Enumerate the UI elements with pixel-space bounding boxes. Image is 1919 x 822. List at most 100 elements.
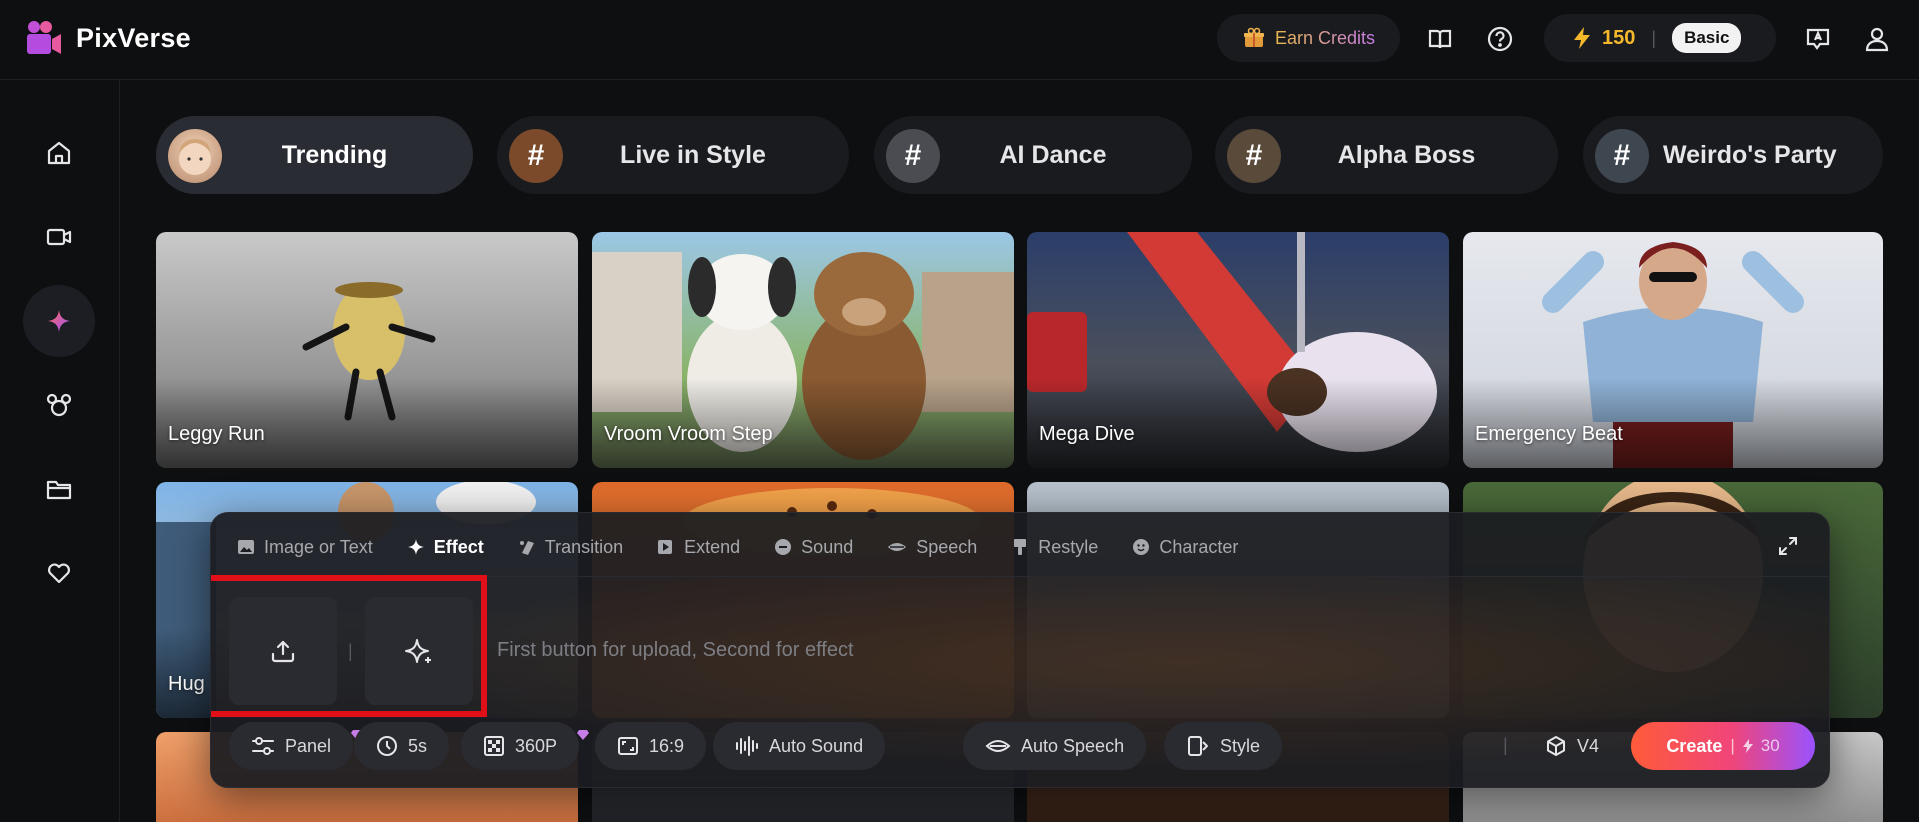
mouse-ears-icon <box>46 393 72 417</box>
quality-icon <box>484 736 504 756</box>
face-icon <box>1133 539 1150 555</box>
lips-icon <box>888 543 907 551</box>
mode-speech[interactable]: Speech <box>887 535 977 559</box>
mode-label: Image or Text <box>264 536 373 557</box>
docs-button[interactable] <box>1425 24 1455 54</box>
sidebar-item-characters[interactable] <box>23 369 95 441</box>
plan-badge[interactable]: Basic <box>1672 23 1742 53</box>
auto-sound-label: Auto Sound <box>769 735 864 756</box>
expand-button[interactable] <box>1777 535 1799 562</box>
tab-weirdos-party[interactable]: # Weirdo's Party <box>1583 116 1883 194</box>
video-icon <box>46 228 72 246</box>
tab-ai-dance[interactable]: # AI Dance <box>874 116 1192 194</box>
mode-label: Sound <box>801 536 854 557</box>
heart-icon <box>48 563 70 584</box>
sidebar-item-home[interactable] <box>23 117 95 189</box>
tab-alpha-boss[interactable]: # Alpha Boss <box>1215 116 1558 194</box>
lightning-icon <box>1742 739 1753 753</box>
premium-gem-icon <box>577 730 589 740</box>
sliders-icon <box>252 737 274 755</box>
create-button[interactable]: Create | 30 <box>1631 722 1815 770</box>
model-label: V4 <box>1577 735 1600 756</box>
credits-separator: | <box>1651 27 1657 48</box>
tab-live-in-style[interactable]: # Live in Style <box>497 116 849 194</box>
style-label: Style <box>1220 735 1261 756</box>
effect-card[interactable]: Vroom Vroom Step <box>592 232 1014 468</box>
sparkle-icon <box>48 310 70 332</box>
image-icon <box>238 540 254 554</box>
mode-restyle[interactable]: Restyle <box>1011 535 1098 559</box>
help-circle-icon <box>1487 26 1513 52</box>
panel-option[interactable]: Panel <box>229 722 363 770</box>
card-title: Hug <box>168 673 205 695</box>
cube-icon <box>1547 736 1565 756</box>
mode-character[interactable]: Character <box>1132 535 1238 559</box>
feedback-button[interactable] <box>1803 24 1833 54</box>
sound-wave-icon <box>736 736 758 756</box>
tab-trending[interactable]: Trending <box>156 116 473 194</box>
sidebar-item-video[interactable] <box>23 201 95 273</box>
top-bar: PixVerse Earn Credits 150 | Basic <box>0 0 1919 80</box>
earn-credits-button[interactable]: Earn Credits <box>1217 14 1400 62</box>
extend-icon <box>658 540 673 554</box>
create-label: Create <box>1666 735 1723 756</box>
mode-label: Effect <box>433 536 484 557</box>
tab-label: AI Dance <box>999 140 1107 169</box>
sidebar-item-folder[interactable] <box>23 453 95 525</box>
sidebar-item-effects[interactable] <box>23 285 95 357</box>
card-title: Leggy Run <box>168 423 265 445</box>
duration-option[interactable]: 5s <box>354 722 450 770</box>
transition-icon <box>519 541 534 555</box>
create-separator: | <box>1730 736 1735 755</box>
lightning-icon <box>1574 27 1590 49</box>
mode-label: Character <box>1159 536 1239 557</box>
clock-icon <box>377 736 397 756</box>
auto-speech-label: Auto Speech <box>1021 735 1125 756</box>
folder-icon <box>46 480 72 500</box>
home-icon <box>47 141 71 165</box>
style-icon <box>1188 736 1208 756</box>
logo[interactable]: PixVerse <box>24 18 191 58</box>
auto-speech-option[interactable]: Auto Speech <box>963 722 1147 770</box>
style-option[interactable]: Style <box>1164 722 1283 770</box>
hash-icon: # <box>1595 129 1649 183</box>
tab-label: Alpha Boss <box>1337 140 1476 169</box>
create-cost: 30 <box>1760 736 1780 755</box>
sidebar-item-favorites[interactable] <box>23 537 95 609</box>
aspect-ratio-option[interactable]: 16:9 <box>595 722 707 770</box>
model-selector[interactable]: V4 <box>1545 735 1599 757</box>
card-title: Mega Dive <box>1039 423 1135 445</box>
profile-button[interactable] <box>1862 24 1892 54</box>
card-title: Vroom Vroom Step <box>604 423 773 445</box>
lips-icon <box>985 740 1011 752</box>
tab-label: Trending <box>281 140 388 169</box>
effect-card[interactable]: Emergency Beat <box>1463 232 1883 468</box>
brush-icon <box>1014 539 1027 555</box>
composer-panel: Image or Text Effect Transition Extend S… <box>210 512 1830 788</box>
aspect-ratio-label: 16:9 <box>649 735 685 756</box>
mode-sound[interactable]: Sound <box>774 535 853 559</box>
highlight-box <box>211 575 487 717</box>
sparkle-icon <box>407 539 424 555</box>
effect-card[interactable]: Mega Dive <box>1027 232 1449 468</box>
aspect-ratio-icon <box>618 737 638 755</box>
earn-credits-label: Earn Credits <box>1275 27 1376 48</box>
auto-sound-option[interactable]: Auto Sound <box>713 722 886 770</box>
mode-image-or-text[interactable]: Image or Text <box>237 535 373 559</box>
credits-pill[interactable]: 150 | Basic <box>1544 14 1776 62</box>
mode-extend[interactable]: Extend <box>657 535 740 559</box>
panel-label: Panel <box>285 735 332 756</box>
duration-label: 5s <box>408 735 428 756</box>
mode-transition[interactable]: Transition <box>518 535 623 559</box>
book-icon <box>1428 29 1452 49</box>
help-button[interactable] <box>1485 24 1515 54</box>
effect-card[interactable]: Leggy Run <box>156 232 578 468</box>
quality-option[interactable]: 360P <box>461 722 589 770</box>
mode-label: Speech <box>916 536 978 557</box>
mode-effect[interactable]: Effect <box>407 535 484 559</box>
feedback-icon <box>1806 28 1830 50</box>
options-separator: | <box>1503 735 1508 755</box>
user-icon <box>1865 27 1889 52</box>
prompt-input[interactable]: First button for upload, Second for effe… <box>497 639 854 662</box>
gift-icon <box>1244 27 1264 47</box>
